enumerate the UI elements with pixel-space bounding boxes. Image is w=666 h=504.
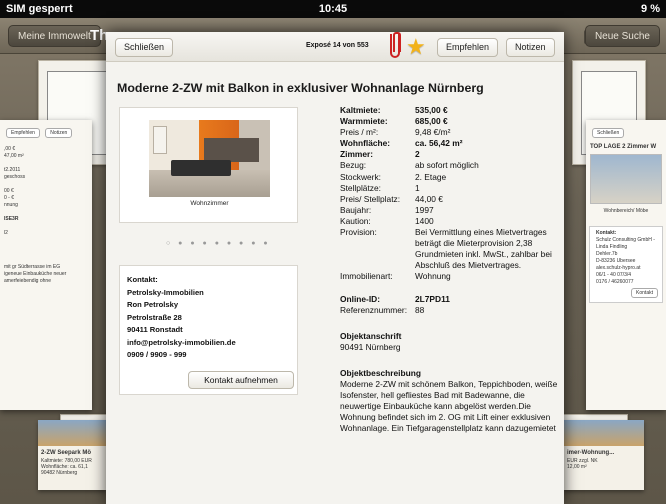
detail-row: Zimmer: 2 [340, 149, 420, 160]
gallery-page-dots[interactable]: ○ ● ● ● ● ● ● ● ● [166, 240, 271, 247]
side-line [4, 209, 88, 215]
side-recommend-button[interactable]: Empfehlen [6, 128, 40, 138]
expose-modal: Schließen Exposé 14 von 553 ★ Empfehlen … [106, 32, 564, 504]
contact-city: 90411 Ronstadt [127, 325, 183, 334]
side-line [4, 181, 88, 187]
recommend-button[interactable]: Empfehlen [437, 38, 499, 57]
status-bar: SIM gesperrt 10:45 9 % [0, 0, 666, 18]
favorite-star-icon[interactable]: ★ [406, 35, 426, 59]
description-text: Moderne 2-ZW mit schönem Balkon, Teppich… [340, 378, 558, 434]
side-title: TOP LAGE 2 Zimmer W [590, 144, 657, 150]
listing-title: Moderne 2-ZW mit Balkon in exklusiver Wo… [117, 81, 484, 95]
side-contact-label: Kontakt: [596, 230, 617, 236]
contact-request-button[interactable]: Kontakt aufnehmen [188, 371, 294, 389]
detail-row: Provision: Bei Vermittlung eines Mietvert… [340, 227, 552, 271]
bottom-listing-tile[interactable]: 2-ZW Seepark Mö Kaltmiete: 780,00 EUR Wo… [38, 420, 106, 490]
bottom-tile-line: 12,00 m² [567, 464, 587, 470]
detail-row: Wohnfläche: ca. 56,42 m² [340, 138, 463, 149]
contact-company: Petrolsky-Immobilien [127, 287, 204, 297]
side-line: D-83236 Übersee [596, 258, 636, 264]
detail-row: Preis / m²: 9,48 €/m² [340, 127, 451, 138]
expose-counter: Exposé 14 von 553 [306, 42, 369, 49]
side-card-left[interactable]: Empfehlen Notizen ,00 € 47,00 m² t2.2011… [0, 120, 92, 410]
listing-photo[interactable] [149, 120, 270, 197]
side-line: t2.2011 [4, 167, 21, 173]
side-line [4, 160, 88, 166]
side-line: Dehler.7b [596, 251, 618, 257]
clock: 10:45 [318, 3, 348, 15]
battery-label: 9 % [641, 3, 660, 15]
detail-row: Preis/ Stellplatz: 44,00 € [340, 193, 443, 204]
app-screen: SIM gesperrt 10:45 9 % Meine Immowelt Th… [0, 0, 666, 504]
bottom-listing-tile[interactable]: imer-Wohnung... EUR zzgl. NK 12,00 m² [564, 420, 644, 490]
bottom-tile-line: 90482 Nürnberg [41, 470, 78, 476]
side-line: Linda Findling [596, 244, 628, 250]
notes-button[interactable]: Notizen [506, 38, 555, 57]
bottom-tile-title: imer-Wohnung... [567, 450, 615, 456]
side-close-button[interactable]: Schließen [592, 128, 625, 138]
side-line: l2 [4, 230, 8, 236]
detail-row: Warmmiete: 685,00 € [340, 116, 448, 127]
contact-label: Kontakt: [127, 275, 158, 284]
photo-caption: Wohnzimmer [190, 200, 229, 207]
bookmark-clip-icon[interactable] [390, 32, 401, 58]
side-line: igeneue Einbauküche neuer [4, 271, 67, 277]
photo-gallery[interactable]: Wohnzimmer [119, 107, 298, 223]
detail-row: Bezug: ab sofort möglich [340, 160, 479, 171]
online-id-row: Online-ID: 2L7PD11 [340, 293, 450, 304]
detail-row: Immobilienart: Wohnung [340, 271, 451, 282]
expose-toolbar: Schließen Exposé 14 von 553 ★ Empfehlen … [106, 32, 564, 62]
side-line: 47,00 m² [4, 153, 24, 159]
contact-name: Ron Petrolsky [127, 300, 179, 309]
side-line: amerfeiebendig ohne [4, 278, 51, 284]
new-search-button[interactable]: Neue Suche [584, 25, 660, 47]
detail-row: Stockwerk: 2. Etage [340, 171, 447, 182]
my-immowelt-button[interactable]: Meine Immowelt [8, 25, 101, 47]
detail-row: Kaltmiete: 535,00 € [340, 105, 448, 115]
side-line: Schulz Consulting GmbH - a [596, 237, 656, 243]
close-button[interactable]: Schließen [115, 38, 174, 57]
address-heading: Objektanschrift [340, 330, 402, 341]
side-line: ISE3R [4, 216, 19, 222]
listing-details: Kaltmiete: 535,00 € Warmmiete: 685,00 € Pr… [340, 105, 560, 434]
contact-phone[interactable]: 0909 / 9909 - 999 [127, 349, 290, 362]
side-line: 00 € [4, 188, 14, 194]
detail-row: Stellplätze: 1 [340, 182, 420, 193]
detail-row: Baujahr: 1997 [340, 204, 434, 215]
side-photo [590, 154, 662, 204]
side-card-right[interactable]: Schließen TOP LAGE 2 Zimmer W Wohnbereic… [586, 120, 666, 410]
side-line: alex.schulz-hypro.at [596, 265, 641, 271]
side-line: 06/1 - 40 07/3/4 [596, 272, 632, 278]
bottom-tile-title: 2-ZW Seepark Mö [41, 450, 92, 456]
detail-row: Kaution: 1400 [340, 215, 434, 226]
side-line: mit gr Südterrasse im EG [4, 264, 61, 270]
side-line: 0 - € [4, 195, 15, 201]
contact-email[interactable]: info@petrolsky-immobilien.de [127, 337, 290, 350]
description-heading: Objektbeschreibung [340, 367, 421, 378]
side-line: 0176 / 46260077 [596, 279, 634, 285]
side-line [4, 223, 88, 229]
side-caption: Wohnbereich/ Möbe [603, 208, 649, 214]
side-line: geschoss [4, 174, 26, 180]
contact-box: Kontakt: Petrolsky-Immobilien Ron Petrol… [119, 265, 298, 395]
side-line: nnung [4, 202, 18, 208]
side-notes-button[interactable]: Notizen [45, 128, 73, 138]
side-line: ,00 € [4, 146, 16, 152]
contact-street: Petrolstraße 28 [127, 312, 182, 322]
reference-row: Referenznummer: 88 [340, 304, 425, 315]
side-contact-button[interactable]: Kontakt [631, 288, 658, 298]
address-text: 90491 Nürnberg [340, 341, 401, 352]
